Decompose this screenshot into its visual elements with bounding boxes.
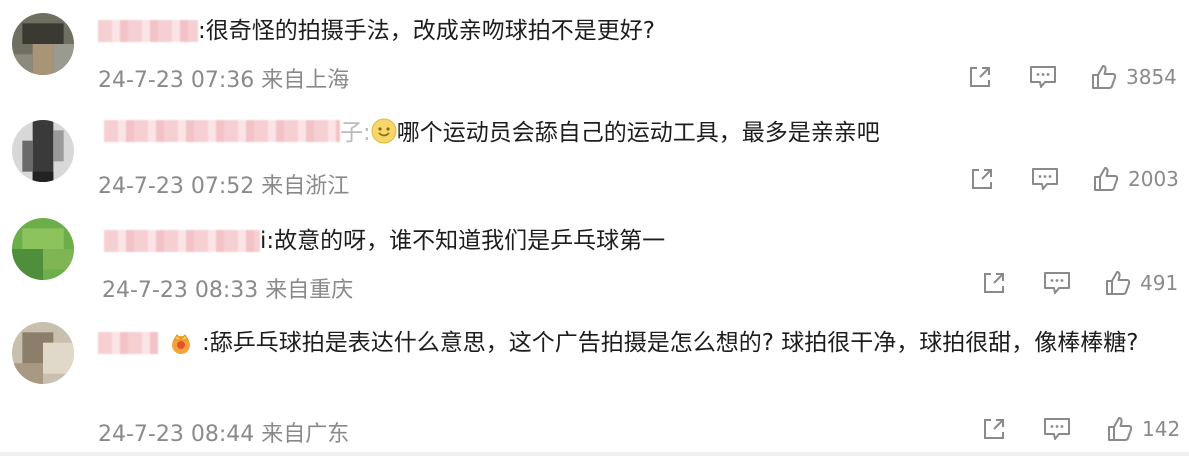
like-count: 491 [1140, 271, 1179, 295]
comment-text: 哪个运动员会舔自己的运动工具，最多是亲亲吧 [396, 120, 880, 146]
like-button[interactable]: 3854 [1090, 62, 1177, 92]
share-button[interactable] [980, 414, 1008, 444]
comment-time: 24-7-23 08:33 [102, 278, 259, 303]
bottom-divider [0, 452, 1189, 456]
like-count: 142 [1142, 417, 1181, 441]
comment-location: 来自重庆 [265, 278, 354, 303]
comment-icon [1030, 66, 1056, 88]
comment-text-wrap: 子: 哪个运动员会舔自己的运动工具，最多是亲亲吧 [340, 116, 880, 150]
comment-prefix: 子: [340, 120, 371, 146]
like-button[interactable]: 142 [1106, 414, 1180, 444]
comment-meta: 24-7-23 08:33 来自重庆 [102, 272, 353, 304]
comment-time: 24-7-23 07:36 [98, 68, 255, 93]
share-button[interactable] [966, 62, 994, 92]
avatar[interactable] [12, 120, 74, 182]
share-icon [970, 67, 990, 87]
username-blurred[interactable] [104, 120, 340, 142]
like-icon [1108, 417, 1133, 441]
comment-text: i:故意的呀，谁不知道我们是乒乓球第一 [260, 228, 666, 254]
like-icon [1106, 271, 1131, 295]
like-button[interactable]: 491 [1104, 268, 1178, 298]
comment-actions: 2003 [960, 164, 1189, 194]
comment-meta: 24-7-23 07:52 来自浙江 [98, 168, 349, 200]
comment-actions: 3854 [960, 62, 1189, 92]
username-blurred[interactable] [104, 230, 260, 252]
share-button[interactable] [968, 164, 996, 194]
comment-text: :舔乒乓球拍是表达什么意思，这个广告拍摄是怎么想的? 球拍很干净，球拍很甜，像棒… [202, 330, 1139, 356]
comment-button[interactable] [1028, 62, 1058, 92]
avatar[interactable] [12, 322, 74, 384]
comment-button[interactable] [1042, 414, 1072, 444]
share-icon [972, 169, 992, 189]
like-count: 2003 [1128, 167, 1179, 191]
comment-meta: 24-7-23 07:36 来自上海 [98, 62, 349, 94]
smile-emoji-icon [371, 118, 397, 144]
avatar[interactable] [12, 218, 74, 280]
comment-icon [1032, 168, 1058, 190]
comment-text: :很奇怪的拍摄手法，改成亲吻球拍不是更好? [198, 18, 655, 44]
like-icon [1092, 65, 1117, 89]
comment-location: 来自上海 [261, 68, 350, 93]
avatar[interactable] [12, 13, 74, 75]
comment-icon [1044, 272, 1070, 294]
comment-button[interactable] [1030, 164, 1060, 194]
username-blurred[interactable] [98, 20, 198, 42]
comment-actions: 491 [970, 268, 1189, 298]
share-button[interactable] [980, 268, 1008, 298]
share-icon [984, 419, 1004, 439]
comment-time: 24-7-23 08:44 [98, 422, 255, 447]
like-icon [1094, 167, 1119, 191]
comment-time: 24-7-23 07:52 [98, 174, 255, 199]
comment-icon [1044, 418, 1070, 440]
share-icon [984, 273, 1004, 293]
comment-meta: 24-7-23 08:44 来自广东 [98, 416, 349, 448]
comment-location: 来自广东 [261, 422, 350, 447]
comment-location: 来自浙江 [261, 174, 350, 199]
comment-button[interactable] [1042, 268, 1072, 298]
like-button[interactable]: 2003 [1092, 164, 1179, 194]
like-count: 3854 [1126, 65, 1177, 89]
comment-actions: 142 [972, 414, 1189, 444]
